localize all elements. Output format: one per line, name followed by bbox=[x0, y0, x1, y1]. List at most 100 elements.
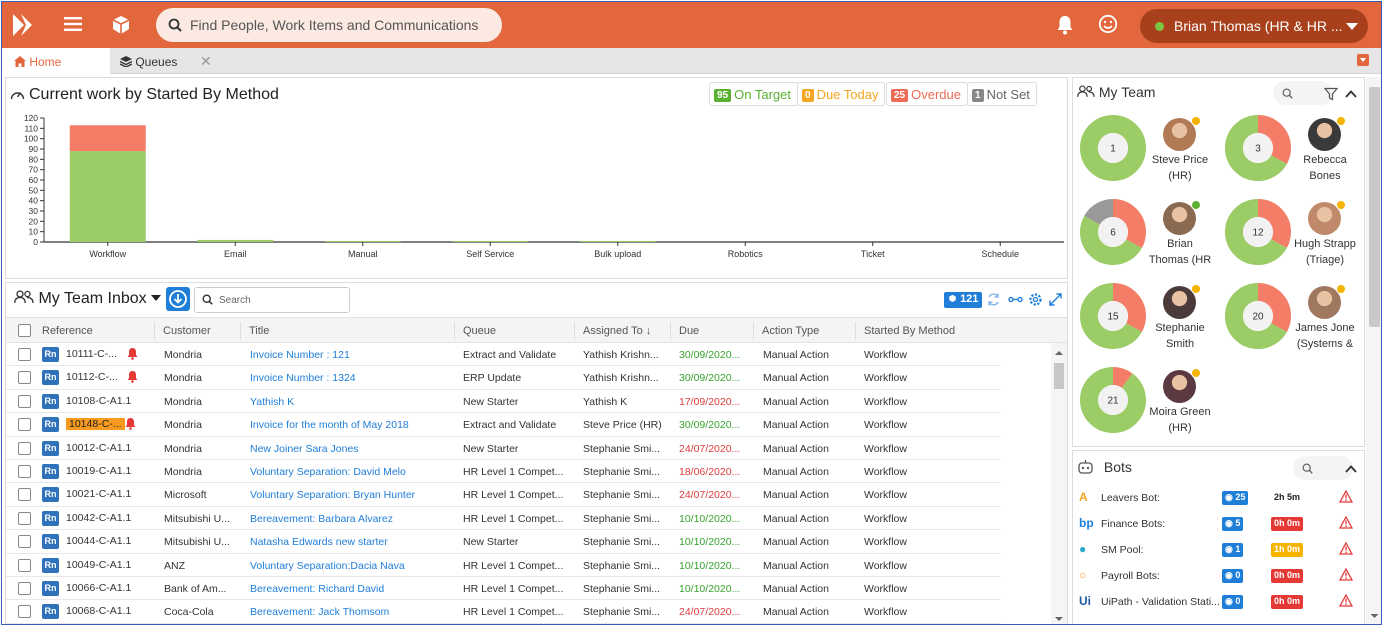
menu-icon[interactable] bbox=[64, 17, 82, 31]
team-member-card[interactable]: 12 Hugh Strapp (Triage) bbox=[1224, 198, 1374, 282]
title-link[interactable]: Invoice Number : 1324 bbox=[250, 372, 356, 384]
title-link[interactable]: Bereavement: Barbara Alvarez bbox=[250, 513, 393, 525]
warning-triangle-icon[interactable] bbox=[1339, 542, 1353, 555]
expand-icon[interactable] bbox=[1048, 292, 1063, 307]
scroll-down-arrow-icon[interactable] bbox=[1366, 610, 1382, 622]
warning-triangle-icon[interactable] bbox=[1339, 516, 1353, 529]
row-checkbox[interactable] bbox=[18, 394, 31, 408]
bot-row[interactable]: A Leavers Bot: ◉ 25 2h 5m bbox=[1073, 485, 1353, 511]
collapse-chevron-up-icon[interactable] bbox=[1344, 462, 1358, 476]
started-by-method-bar-chart[interactable]: 0102030405060708090100110120 Workflow Emai… bbox=[6, 108, 1067, 278]
title-link[interactable]: Voluntary Separation: Bryan Hunter bbox=[250, 489, 415, 501]
column-header-customer[interactable]: Customer bbox=[154, 322, 211, 340]
due-today-filter-button[interactable]: 0 Due Today bbox=[797, 82, 886, 106]
reference-cell[interactable]: 10049-C-A1.1 bbox=[66, 559, 131, 571]
bar-self-service-on-target[interactable] bbox=[452, 240, 529, 242]
tab-overflow-button[interactable] bbox=[1357, 54, 1369, 66]
bar-workflow-on-target[interactable] bbox=[69, 151, 146, 242]
row-checkbox[interactable] bbox=[18, 465, 31, 478]
reference-cell[interactable]: 10012-C-A1.1 bbox=[66, 442, 131, 454]
column-header-queue[interactable]: Queue bbox=[454, 322, 496, 340]
on-target-filter-button[interactable]: 95 On Target bbox=[709, 82, 798, 106]
reference-cell[interactable]: 10042-C-A1.1 bbox=[66, 512, 131, 524]
row-checkbox[interactable] bbox=[18, 605, 31, 619]
user-menu-button[interactable]: Brian Thomas (HR & HR ... bbox=[1140, 9, 1368, 43]
row-checkbox[interactable] bbox=[18, 348, 31, 361]
table-row[interactable]: Rn 10042-C-A1.1 Mitsubishi U... Bereavement… bbox=[6, 507, 1001, 531]
title-link[interactable]: Natasha Edwards new starter bbox=[250, 536, 388, 548]
bot-row[interactable]: bp Finance Bots: ◉ 5 0h 0m bbox=[1073, 511, 1353, 537]
bot-row[interactable]: ○ Payroll Bots: ◉ 0 0h 0m bbox=[1073, 563, 1353, 589]
title-link[interactable]: New Joiner Sara Jones bbox=[250, 443, 359, 455]
inbox-scrollbar[interactable] bbox=[1051, 343, 1067, 625]
warning-triangle-icon[interactable] bbox=[1339, 594, 1353, 607]
row-checkbox[interactable] bbox=[18, 535, 31, 549]
table-row[interactable]: Rn 10044-C-A1.1 Mitsubishi U... Natasha Edw… bbox=[6, 530, 1001, 554]
column-header-title[interactable]: Title bbox=[240, 322, 269, 340]
team-member-card[interactable]: 3 Rebecca Bones bbox=[1224, 114, 1374, 198]
row-checkbox[interactable] bbox=[18, 441, 31, 455]
table-row[interactable]: Rn 10049-C-A1.1 ANZ Voluntary Separation:Da… bbox=[6, 554, 1001, 577]
title-link[interactable]: Invoice for the month of May 2018 bbox=[250, 419, 409, 431]
bar-bulk-upload-on-target[interactable] bbox=[579, 240, 656, 242]
cube-icon[interactable] bbox=[110, 14, 132, 36]
table-row[interactable]: Rn 10066-C-A1.1 Bank of Am... Bereavement: … bbox=[6, 577, 1001, 601]
inbox-search-input[interactable]: Search bbox=[194, 287, 350, 313]
title-link[interactable]: Bereavement: Richard David bbox=[250, 583, 384, 595]
title-link[interactable]: Voluntary Separation: David Melo bbox=[250, 466, 406, 478]
bar-email-on-target[interactable] bbox=[197, 239, 274, 242]
column-header-reference[interactable]: Reference bbox=[42, 325, 93, 337]
row-checkbox[interactable] bbox=[18, 511, 31, 525]
warning-triangle-icon[interactable] bbox=[1339, 568, 1353, 581]
close-tab-icon[interactable]: ✕ bbox=[200, 53, 212, 70]
scroll-up-arrow-icon[interactable] bbox=[1051, 347, 1067, 359]
column-header-action-type[interactable]: Action Type bbox=[753, 322, 819, 340]
reference-cell[interactable]: 10019-C-A1.1 bbox=[66, 465, 131, 477]
team-member-card[interactable]: 1 Steve Price (HR) bbox=[1079, 114, 1229, 198]
table-row[interactable]: Rn 10012-C-A1.1 Mondria New Joiner Sara Jon… bbox=[6, 437, 1001, 460]
table-row[interactable]: Rn 10111-C-... Mondria Invoice Number : 121… bbox=[6, 343, 1001, 367]
title-link[interactable]: Invoice Number : 121 bbox=[250, 349, 350, 361]
reference-cell[interactable]: 10112-C-... bbox=[66, 371, 118, 383]
table-row[interactable]: Rn 10148-C-... Mondria Invoice for the mont… bbox=[6, 413, 1001, 437]
team-member-card[interactable]: 15 Stephanie Smith bbox=[1079, 282, 1229, 366]
smiley-icon[interactable] bbox=[1098, 14, 1118, 34]
filter-icon[interactable] bbox=[1324, 87, 1338, 101]
column-header-due[interactable]: Due bbox=[670, 322, 699, 340]
settings-gear-icon[interactable] bbox=[1028, 292, 1043, 307]
reference-cell[interactable]: 10148-C-... bbox=[66, 418, 125, 431]
refresh-icon[interactable] bbox=[986, 292, 1001, 307]
row-checkbox[interactable] bbox=[18, 371, 31, 385]
table-row[interactable]: Rn 10112-C-... Mondria Invoice Number : 132… bbox=[6, 366, 1001, 390]
row-checkbox[interactable] bbox=[18, 488, 31, 502]
bar-workflow-overdue[interactable] bbox=[69, 125, 146, 152]
link-icon[interactable] bbox=[1008, 292, 1023, 307]
reference-cell[interactable]: 10108-C-A1.1 bbox=[66, 395, 131, 407]
not-set-filter-button[interactable]: 1 Not Set bbox=[967, 82, 1037, 106]
overdue-filter-button[interactable]: 25 Overdue bbox=[886, 82, 968, 106]
column-header-assigned-to[interactable]: Assigned To ↓ bbox=[574, 322, 651, 340]
inbox-title-dropdown[interactable]: My Team Inbox bbox=[14, 290, 161, 308]
reference-cell[interactable]: 10021-C-A1.1 bbox=[66, 488, 131, 500]
row-checkbox[interactable] bbox=[18, 582, 31, 595]
bot-row[interactable]: ● SM Pool: ◉ 1 1h 0m bbox=[1073, 537, 1353, 563]
table-row[interactable]: Rn 10021-C-A1.1 Microsoft Voluntary Separat… bbox=[6, 483, 1001, 507]
download-button[interactable] bbox=[166, 287, 190, 311]
team-member-card[interactable]: 21 Moira Green (HR) bbox=[1079, 366, 1229, 450]
reference-cell[interactable]: 10044-C-A1.1 bbox=[66, 535, 131, 547]
row-checkbox[interactable] bbox=[18, 418, 31, 432]
team-member-card[interactable]: 20 James Jone (Systems & bbox=[1224, 282, 1374, 366]
reference-cell[interactable]: 10068-C-A1.1 bbox=[66, 605, 131, 617]
right-column-scrollbar[interactable] bbox=[1366, 77, 1382, 624]
scroll-down-arrow-icon[interactable] bbox=[1051, 613, 1067, 625]
app-logo-icon[interactable] bbox=[10, 11, 38, 39]
bot-row[interactable]: Ui UiPath - Validation Stati... ◉ 0 0h 0m bbox=[1073, 589, 1353, 615]
table-row[interactable]: Rn 10108-C-A1.1 Mondria Yathish K New Starte… bbox=[6, 390, 1001, 414]
global-search-input[interactable]: Find People, Work Items and Communicatio… bbox=[156, 8, 502, 42]
tab-home[interactable]: Home bbox=[2, 48, 110, 74]
row-checkbox[interactable] bbox=[18, 558, 31, 572]
bar-manual-on-target[interactable] bbox=[324, 240, 401, 242]
title-link[interactable]: Yathish K bbox=[250, 396, 294, 408]
column-header-started-by-method[interactable]: Started By Method bbox=[855, 322, 955, 340]
team-member-card[interactable]: 6 Brian Thomas (HR bbox=[1079, 198, 1229, 282]
